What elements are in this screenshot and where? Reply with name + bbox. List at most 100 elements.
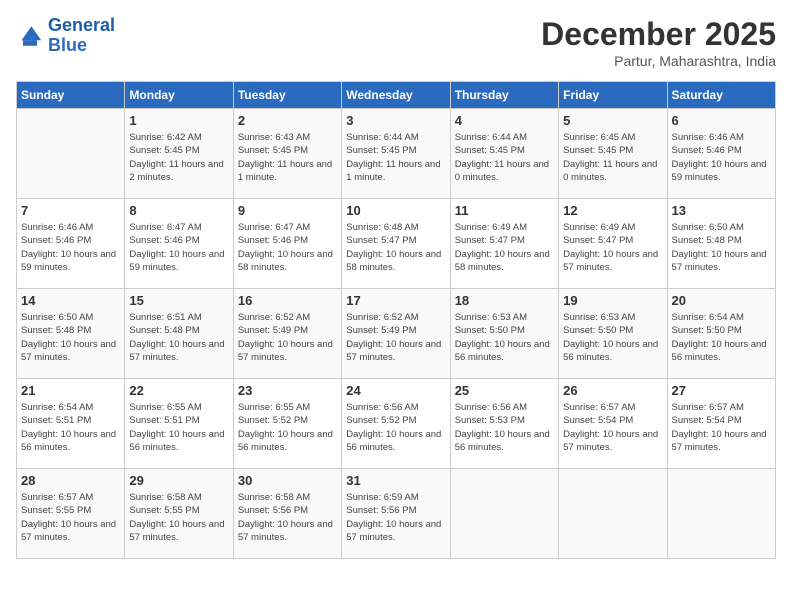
day-number: 13 xyxy=(672,203,771,218)
header-cell-wednesday: Wednesday xyxy=(342,82,450,109)
week-row-3: 14Sunrise: 6:50 AMSunset: 5:48 PMDayligh… xyxy=(17,289,776,379)
cell-info: Sunrise: 6:49 AMSunset: 5:47 PMDaylight:… xyxy=(455,221,554,274)
header-row: SundayMondayTuesdayWednesdayThursdayFrid… xyxy=(17,82,776,109)
day-cell: 16 Sunrise: 6:52 AMSunset: 5:49 PMDayligh… xyxy=(233,289,341,379)
day-cell xyxy=(450,469,558,559)
day-number: 10 xyxy=(346,203,445,218)
page-header: General Blue December 2025 Partur, Mahar… xyxy=(16,16,776,69)
day-number: 4 xyxy=(455,113,554,128)
day-cell: 2 Sunrise: 6:43 AMSunset: 5:45 PMDaylight… xyxy=(233,109,341,199)
day-number: 15 xyxy=(129,293,228,308)
day-cell: 10 Sunrise: 6:48 AMSunset: 5:47 PMDayligh… xyxy=(342,199,450,289)
day-cell: 22Sunrise: 6:55 AMSunset: 5:51 PMDayligh… xyxy=(125,379,233,469)
day-number: 23 xyxy=(238,383,337,398)
day-cell: 12Sunrise: 6:49 AMSunset: 5:47 PMDayligh… xyxy=(559,199,667,289)
cell-info: Sunrise: 6:46 AMSunset: 5:46 PMDaylight:… xyxy=(21,221,120,274)
cell-info: Sunrise: 6:42 AMSunset: 5:45 PMDaylight:… xyxy=(129,131,228,184)
day-number: 2 xyxy=(238,113,337,128)
logo-text: General Blue xyxy=(48,16,115,56)
cell-info: Sunrise: 6:46 AMSunset: 5:46 PMDaylight:… xyxy=(672,131,771,184)
day-cell: 14Sunrise: 6:50 AMSunset: 5:48 PMDayligh… xyxy=(17,289,125,379)
day-cell: 26Sunrise: 6:57 AMSunset: 5:54 PMDayligh… xyxy=(559,379,667,469)
day-number: 20 xyxy=(672,293,771,308)
cell-info: Sunrise: 6:48 AMSunset: 5:47 PMDaylight:… xyxy=(346,221,445,274)
day-number: 19 xyxy=(563,293,662,308)
day-cell: 19 Sunrise: 6:53 AMSunset: 5:50 PMDayligh… xyxy=(559,289,667,379)
cell-info: Sunrise: 6:49 AMSunset: 5:47 PMDaylight:… xyxy=(563,221,662,274)
day-cell: 18 Sunrise: 6:53 AMSunset: 5:50 PMDayligh… xyxy=(450,289,558,379)
day-number: 17 xyxy=(346,293,445,308)
day-cell: 30 Sunrise: 6:58 AMSunset: 5:56 PMDayligh… xyxy=(233,469,341,559)
cell-info: Sunrise: 6:55 AMSunset: 5:51 PMDaylight:… xyxy=(129,401,228,454)
cell-info: Sunrise: 6:44 AMSunset: 5:45 PMDaylight:… xyxy=(346,131,445,184)
location-subtitle: Partur, Maharashtra, India xyxy=(541,53,776,69)
header-cell-sunday: Sunday xyxy=(17,82,125,109)
logo: General Blue xyxy=(16,16,115,56)
day-cell: 28 Sunrise: 6:57 AMSunset: 5:55 PMDayligh… xyxy=(17,469,125,559)
day-number: 25 xyxy=(455,383,554,398)
day-number: 31 xyxy=(346,473,445,488)
day-cell: 15 Sunrise: 6:51 AMSunset: 5:48 PMDayligh… xyxy=(125,289,233,379)
day-cell: 23 Sunrise: 6:55 AMSunset: 5:52 PMDayligh… xyxy=(233,379,341,469)
day-cell: 21Sunrise: 6:54 AMSunset: 5:51 PMDayligh… xyxy=(17,379,125,469)
day-cell: 20 Sunrise: 6:54 AMSunset: 5:50 PMDayligh… xyxy=(667,289,775,379)
day-cell: 13 Sunrise: 6:50 AMSunset: 5:48 PMDayligh… xyxy=(667,199,775,289)
day-number: 3 xyxy=(346,113,445,128)
logo-icon xyxy=(16,22,44,50)
cell-info: Sunrise: 6:57 AMSunset: 5:54 PMDaylight:… xyxy=(672,401,771,454)
logo-blue: Blue xyxy=(48,35,87,55)
day-number: 21 xyxy=(21,383,120,398)
cell-info: Sunrise: 6:43 AMSunset: 5:45 PMDaylight:… xyxy=(238,131,337,184)
day-number: 16 xyxy=(238,293,337,308)
day-number: 5 xyxy=(563,113,662,128)
cell-info: Sunrise: 6:55 AMSunset: 5:52 PMDaylight:… xyxy=(238,401,337,454)
day-number: 27 xyxy=(672,383,771,398)
day-cell: 29Sunrise: 6:58 AMSunset: 5:55 PMDayligh… xyxy=(125,469,233,559)
day-number: 18 xyxy=(455,293,554,308)
cell-info: Sunrise: 6:56 AMSunset: 5:52 PMDaylight:… xyxy=(346,401,445,454)
day-cell: 24 Sunrise: 6:56 AMSunset: 5:52 PMDayligh… xyxy=(342,379,450,469)
cell-info: Sunrise: 6:45 AMSunset: 5:45 PMDaylight:… xyxy=(563,131,662,184)
day-cell: 6 Sunrise: 6:46 AMSunset: 5:46 PMDaylight… xyxy=(667,109,775,199)
day-cell xyxy=(667,469,775,559)
day-number: 8 xyxy=(129,203,228,218)
cell-info: Sunrise: 6:53 AMSunset: 5:50 PMDaylight:… xyxy=(455,311,554,364)
day-cell: 4Sunrise: 6:44 AMSunset: 5:45 PMDaylight… xyxy=(450,109,558,199)
calendar-table: SundayMondayTuesdayWednesdayThursdayFrid… xyxy=(16,81,776,559)
day-number: 9 xyxy=(238,203,337,218)
day-number: 24 xyxy=(346,383,445,398)
day-cell: 7 Sunrise: 6:46 AMSunset: 5:46 PMDaylight… xyxy=(17,199,125,289)
day-cell: 5 Sunrise: 6:45 AMSunset: 5:45 PMDaylight… xyxy=(559,109,667,199)
header-cell-monday: Monday xyxy=(125,82,233,109)
cell-info: Sunrise: 6:57 AMSunset: 5:54 PMDaylight:… xyxy=(563,401,662,454)
day-number: 29 xyxy=(129,473,228,488)
week-row-2: 7 Sunrise: 6:46 AMSunset: 5:46 PMDaylight… xyxy=(17,199,776,289)
cell-info: Sunrise: 6:51 AMSunset: 5:48 PMDaylight:… xyxy=(129,311,228,364)
logo-general: General xyxy=(48,15,115,35)
cell-info: Sunrise: 6:52 AMSunset: 5:49 PMDaylight:… xyxy=(346,311,445,364)
cell-info: Sunrise: 6:57 AMSunset: 5:55 PMDaylight:… xyxy=(21,491,120,544)
calendar-header: SundayMondayTuesdayWednesdayThursdayFrid… xyxy=(17,82,776,109)
cell-info: Sunrise: 6:52 AMSunset: 5:49 PMDaylight:… xyxy=(238,311,337,364)
day-cell: 25 Sunrise: 6:56 AMSunset: 5:53 PMDayligh… xyxy=(450,379,558,469)
day-number: 28 xyxy=(21,473,120,488)
cell-info: Sunrise: 6:54 AMSunset: 5:50 PMDaylight:… xyxy=(672,311,771,364)
cell-info: Sunrise: 6:50 AMSunset: 5:48 PMDaylight:… xyxy=(672,221,771,274)
cell-info: Sunrise: 6:47 AMSunset: 5:46 PMDaylight:… xyxy=(238,221,337,274)
month-year-title: December 2025 xyxy=(541,16,776,53)
day-cell xyxy=(17,109,125,199)
header-cell-thursday: Thursday xyxy=(450,82,558,109)
cell-info: Sunrise: 6:53 AMSunset: 5:50 PMDaylight:… xyxy=(563,311,662,364)
cell-info: Sunrise: 6:58 AMSunset: 5:56 PMDaylight:… xyxy=(238,491,337,544)
day-number: 30 xyxy=(238,473,337,488)
day-cell: 3 Sunrise: 6:44 AMSunset: 5:45 PMDaylight… xyxy=(342,109,450,199)
day-number: 11 xyxy=(455,203,554,218)
day-cell: 17 Sunrise: 6:52 AMSunset: 5:49 PMDayligh… xyxy=(342,289,450,379)
header-cell-friday: Friday xyxy=(559,82,667,109)
day-number: 14 xyxy=(21,293,120,308)
day-cell: 8Sunrise: 6:47 AMSunset: 5:46 PMDaylight… xyxy=(125,199,233,289)
week-row-5: 28 Sunrise: 6:57 AMSunset: 5:55 PMDayligh… xyxy=(17,469,776,559)
cell-info: Sunrise: 6:56 AMSunset: 5:53 PMDaylight:… xyxy=(455,401,554,454)
day-number: 7 xyxy=(21,203,120,218)
day-number: 6 xyxy=(672,113,771,128)
